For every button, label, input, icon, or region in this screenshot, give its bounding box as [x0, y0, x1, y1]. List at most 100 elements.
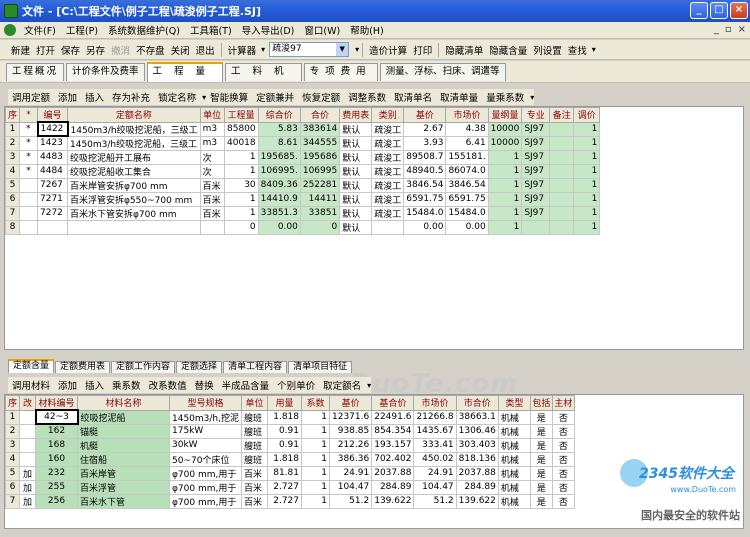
tab-quota-work[interactable]: 定额工作内容: [111, 361, 176, 373]
table-cell[interactable]: [199, 219, 225, 235]
get-list-name-button[interactable]: 取清单名: [390, 90, 436, 104]
tab-quota-fees[interactable]: 定额费用表: [55, 361, 111, 373]
table-cell[interactable]: 15484.0: [445, 205, 489, 221]
table-cell[interactable]: 百米: [241, 465, 268, 481]
row-number[interactable]: 4: [5, 451, 20, 467]
table-cell[interactable]: 10000: [487, 135, 523, 151]
table-cell[interactable]: 8409.36: [257, 177, 301, 193]
table-cell[interactable]: 1: [487, 219, 523, 235]
table-cell[interactable]: 疏浚工: [371, 149, 405, 165]
table-cell[interactable]: [521, 219, 551, 235]
table-cell[interactable]: 绞吸挖泥船开工展布: [67, 149, 201, 165]
table-cell[interactable]: 百米浮管: [77, 479, 170, 495]
table-cell[interactable]: 24.91: [413, 465, 457, 481]
save-as-button[interactable]: 另存: [83, 43, 108, 57]
table-cell[interactable]: 艘班: [241, 423, 268, 439]
col-header[interactable]: 工程量: [223, 107, 259, 123]
table-cell[interactable]: [19, 423, 36, 439]
row-number[interactable]: 5: [5, 177, 20, 193]
table-cell[interactable]: [19, 191, 38, 207]
table-cell[interactable]: 4.38: [445, 121, 489, 137]
col-header[interactable]: 基合价: [371, 395, 415, 411]
table-cell[interactable]: 次: [199, 149, 225, 165]
menu-help[interactable]: 帮助(H): [345, 23, 389, 37]
table-cell[interactable]: 默认: [339, 177, 373, 193]
table-cell[interactable]: 1: [487, 191, 523, 207]
table-cell[interactable]: 百米: [199, 191, 225, 207]
tab-survey-buoy[interactable]: 测量、浮标、扫床、调遣等: [379, 62, 506, 81]
table-cell[interactable]: 是: [529, 451, 553, 467]
table-cell[interactable]: [19, 451, 36, 467]
table-cell[interactable]: 344555: [299, 135, 341, 151]
table-row[interactable]: 5 加 232 百米岸管 φ700 mm,用于 百米 81.81 1 24.91 2037.88 2…: [5, 465, 575, 481]
table-cell[interactable]: 机械: [497, 451, 531, 467]
col-header[interactable]: 量纲量: [487, 107, 523, 123]
table-cell[interactable]: SJ97: [521, 135, 551, 151]
menu-project[interactable]: 工程(P): [61, 23, 103, 37]
col-header[interactable]: 市合价: [455, 395, 499, 411]
insert-material-button[interactable]: 插入: [81, 378, 108, 392]
column-settings-button[interactable]: 列设置: [530, 43, 565, 57]
table-cell[interactable]: 14411: [299, 191, 341, 207]
table-cell[interactable]: 住宿船: [77, 451, 170, 467]
table-cell[interactable]: 30: [223, 177, 259, 193]
table-cell[interactable]: 否: [551, 423, 575, 439]
open-button[interactable]: 打开: [33, 43, 58, 57]
table-cell[interactable]: 33851: [299, 205, 341, 221]
table-cell[interactable]: 51.2: [328, 493, 373, 509]
table-cell[interactable]: 默认: [339, 191, 373, 207]
pane-splitter[interactable]: [0, 354, 750, 358]
table-cell[interactable]: 1: [573, 163, 601, 179]
menu-system-data[interactable]: 系统数据维护(Q): [103, 23, 185, 37]
table-cell[interactable]: 162: [35, 423, 78, 439]
mdi-close-button[interactable]: ×: [738, 24, 746, 35]
menu-window[interactable]: 窗口(W): [299, 23, 345, 37]
table-cell[interactable]: 0.91: [267, 437, 302, 453]
table-cell[interactable]: 1: [301, 409, 330, 425]
multiply-coef-button[interactable]: 乘系数: [108, 378, 145, 392]
table-cell[interactable]: φ700 mm,用于: [169, 493, 242, 509]
table-cell[interactable]: 1: [487, 177, 523, 193]
print-button[interactable]: 打印: [410, 43, 435, 57]
table-cell[interactable]: 1: [301, 465, 330, 481]
col-header[interactable]: 合价: [299, 107, 341, 123]
table-cell[interactable]: 383614: [299, 121, 341, 137]
table-cell[interactable]: 232: [35, 465, 78, 481]
table-cell[interactable]: 193.157: [371, 437, 415, 453]
table-cell[interactable]: 8.61: [257, 135, 301, 151]
unit-price-button[interactable]: 个别单价: [273, 378, 319, 392]
table-row[interactable]: 3 168 机艇 30kW 艘班 0.91 1 212.26 193.157 333.41 303.…: [5, 437, 575, 453]
table-cell[interactable]: 否: [551, 451, 575, 467]
table-cell[interactable]: 百米: [241, 479, 268, 495]
table-cell[interactable]: 次: [199, 163, 225, 179]
table-cell[interactable]: 机械: [497, 423, 531, 439]
table-cell[interactable]: 255: [35, 479, 78, 495]
table-cell[interactable]: 百米: [241, 493, 268, 509]
table-cell[interactable]: 默认: [339, 219, 373, 235]
table-row[interactable]: 5 7267 百米岸管安拆φ700 mm 百米 30 8409.36 252281 默认 疏浚工…: [5, 177, 601, 193]
table-cell[interactable]: [19, 437, 36, 453]
row-number[interactable]: 2: [5, 423, 20, 439]
table-cell[interactable]: 1: [301, 423, 330, 439]
change-coef-button[interactable]: 改系数值: [145, 378, 191, 392]
table-cell[interactable]: 303.403: [455, 437, 499, 453]
table-cell[interactable]: 175kW: [169, 423, 242, 439]
table-row[interactable]: 6 加 255 百米浮管 φ700 mm,用于 百米 2.727 1 104.47 284.89 1…: [5, 479, 575, 495]
table-cell[interactable]: 否: [551, 437, 575, 453]
row-number[interactable]: 7: [5, 205, 20, 221]
table-cell[interactable]: [19, 219, 38, 235]
table-cell[interactable]: 是: [529, 465, 553, 481]
table-cell[interactable]: 0.00: [257, 219, 301, 235]
col-header[interactable]: 市场价: [413, 395, 457, 411]
chevron-down-icon[interactable]: ▾: [367, 381, 371, 390]
table-cell[interactable]: 疏浚工: [371, 177, 405, 193]
table-cell[interactable]: 0.91: [267, 423, 302, 439]
table-cell[interactable]: [549, 205, 575, 221]
table-cell[interactable]: 疏浚工: [371, 135, 405, 151]
col-header[interactable]: 类型: [497, 395, 531, 411]
table-cell[interactable]: 1: [573, 191, 601, 207]
table-cell[interactable]: SJ97: [521, 205, 551, 221]
col-header[interactable]: 单位: [241, 395, 268, 411]
col-header[interactable]: 基价: [403, 107, 447, 123]
row-number[interactable]: 2: [5, 135, 20, 151]
